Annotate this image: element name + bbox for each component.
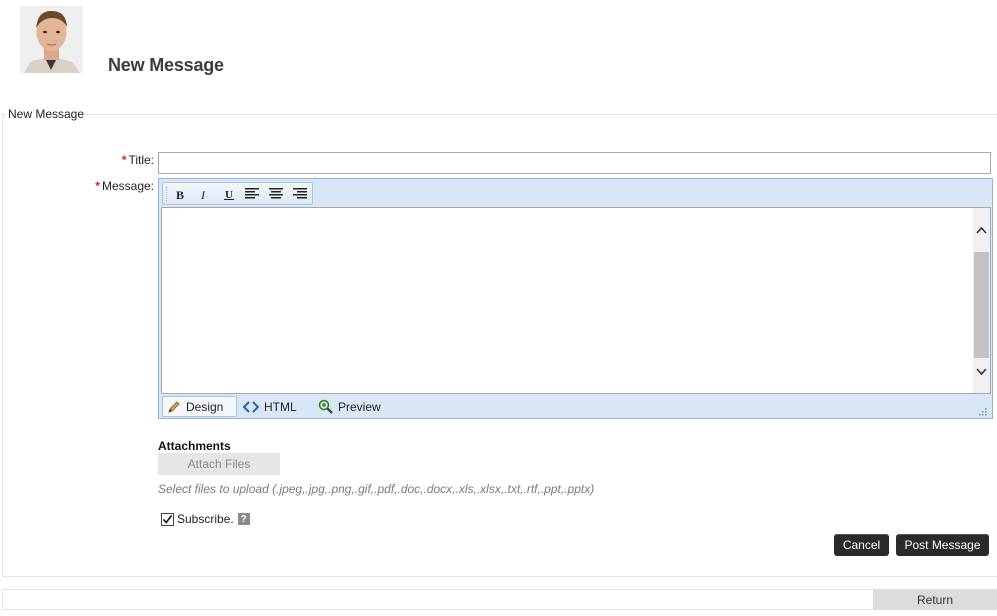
return-button[interactable]: Return — [873, 589, 997, 610]
title-label: * Title: — [100, 153, 154, 167]
attachments-heading: Attachments — [158, 439, 231, 453]
help-icon[interactable]: ? — [237, 513, 250, 525]
editor-toolbar: B I U — [162, 182, 313, 205]
svg-text:U: U — [225, 189, 233, 200]
avatar-photo — [20, 6, 83, 73]
html-mode-tab[interactable]: HTML — [239, 396, 309, 417]
resize-grip-icon[interactable] — [977, 403, 987, 416]
subscribe-checkbox[interactable] — [161, 512, 174, 526]
avatar — [20, 6, 83, 73]
preview-mode-label: Preview — [338, 399, 381, 414]
design-mode-tab[interactable]: Design — [162, 396, 237, 417]
bold-icon[interactable]: B — [172, 186, 190, 202]
align-left-icon[interactable] — [243, 186, 261, 202]
underline-icon[interactable]: U — [220, 186, 238, 202]
editor-mode-bar: Design HTML Preview — [161, 396, 991, 417]
scroll-up-icon[interactable] — [975, 224, 988, 237]
message-label-text: Message: — [101, 179, 154, 193]
align-center-icon[interactable] — [267, 186, 285, 202]
subscribe-row: Subscribe. ? — [161, 512, 250, 526]
post-message-button[interactable]: Post Message — [896, 534, 989, 556]
required-marker: * — [121, 153, 127, 167]
scroll-thumb[interactable] — [974, 252, 989, 358]
required-marker: * — [95, 179, 100, 193]
checkmark-icon — [162, 514, 173, 524]
message-label: * Message: — [80, 179, 154, 193]
footer-bar — [2, 589, 997, 610]
fieldset-legend: New Message — [6, 107, 87, 121]
title-input[interactable] — [158, 152, 991, 174]
rich-text-editor: B I U Design HTML Preview — [158, 178, 993, 419]
scroll-down-icon[interactable] — [975, 365, 988, 378]
italic-icon[interactable]: I — [195, 186, 213, 202]
pencil-icon — [167, 400, 181, 414]
code-icon — [243, 400, 259, 413]
attach-files-button[interactable]: Attach Files — [158, 453, 280, 475]
subscribe-label: Subscribe. — [177, 512, 234, 526]
preview-mode-tab[interactable]: Preview — [314, 396, 394, 417]
html-mode-label: HTML — [264, 399, 297, 414]
magnifier-icon — [318, 399, 333, 414]
cancel-button[interactable]: Cancel — [834, 534, 889, 556]
svg-text:B: B — [176, 188, 184, 200]
svg-text:I: I — [200, 188, 206, 200]
design-mode-label: Design — [186, 399, 224, 414]
editor-scrollbar[interactable] — [973, 208, 990, 393]
page-title: New Message — [108, 55, 224, 75]
toolbar-grip — [166, 187, 169, 201]
attachments-hint: Select files to upload (.jpeg,.jpg,.png,… — [158, 482, 595, 496]
message-content-area[interactable] — [161, 207, 991, 394]
title-label-text: Title: — [128, 153, 154, 167]
align-right-icon[interactable] — [291, 186, 309, 202]
